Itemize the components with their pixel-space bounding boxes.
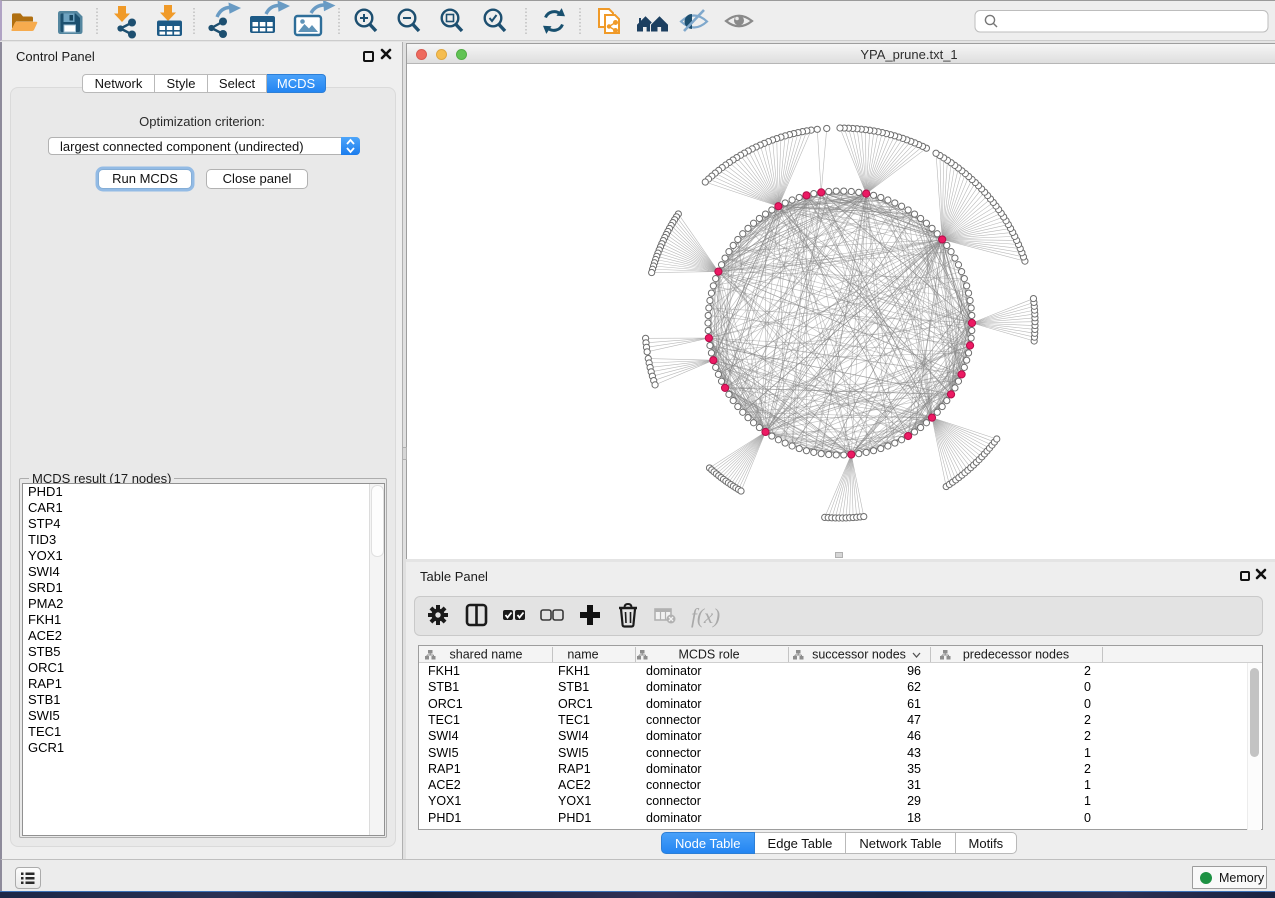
svg-text:MCDS role: MCDS role [678, 648, 739, 662]
svg-text:predecessor nodes: predecessor nodes [963, 648, 1069, 662]
svg-text:successor nodes: successor nodes [812, 648, 906, 662]
svg-text:shared name: shared name [450, 648, 523, 662]
svg-text:name: name [567, 648, 598, 662]
svg-text:f(x): f(x) [691, 604, 720, 628]
